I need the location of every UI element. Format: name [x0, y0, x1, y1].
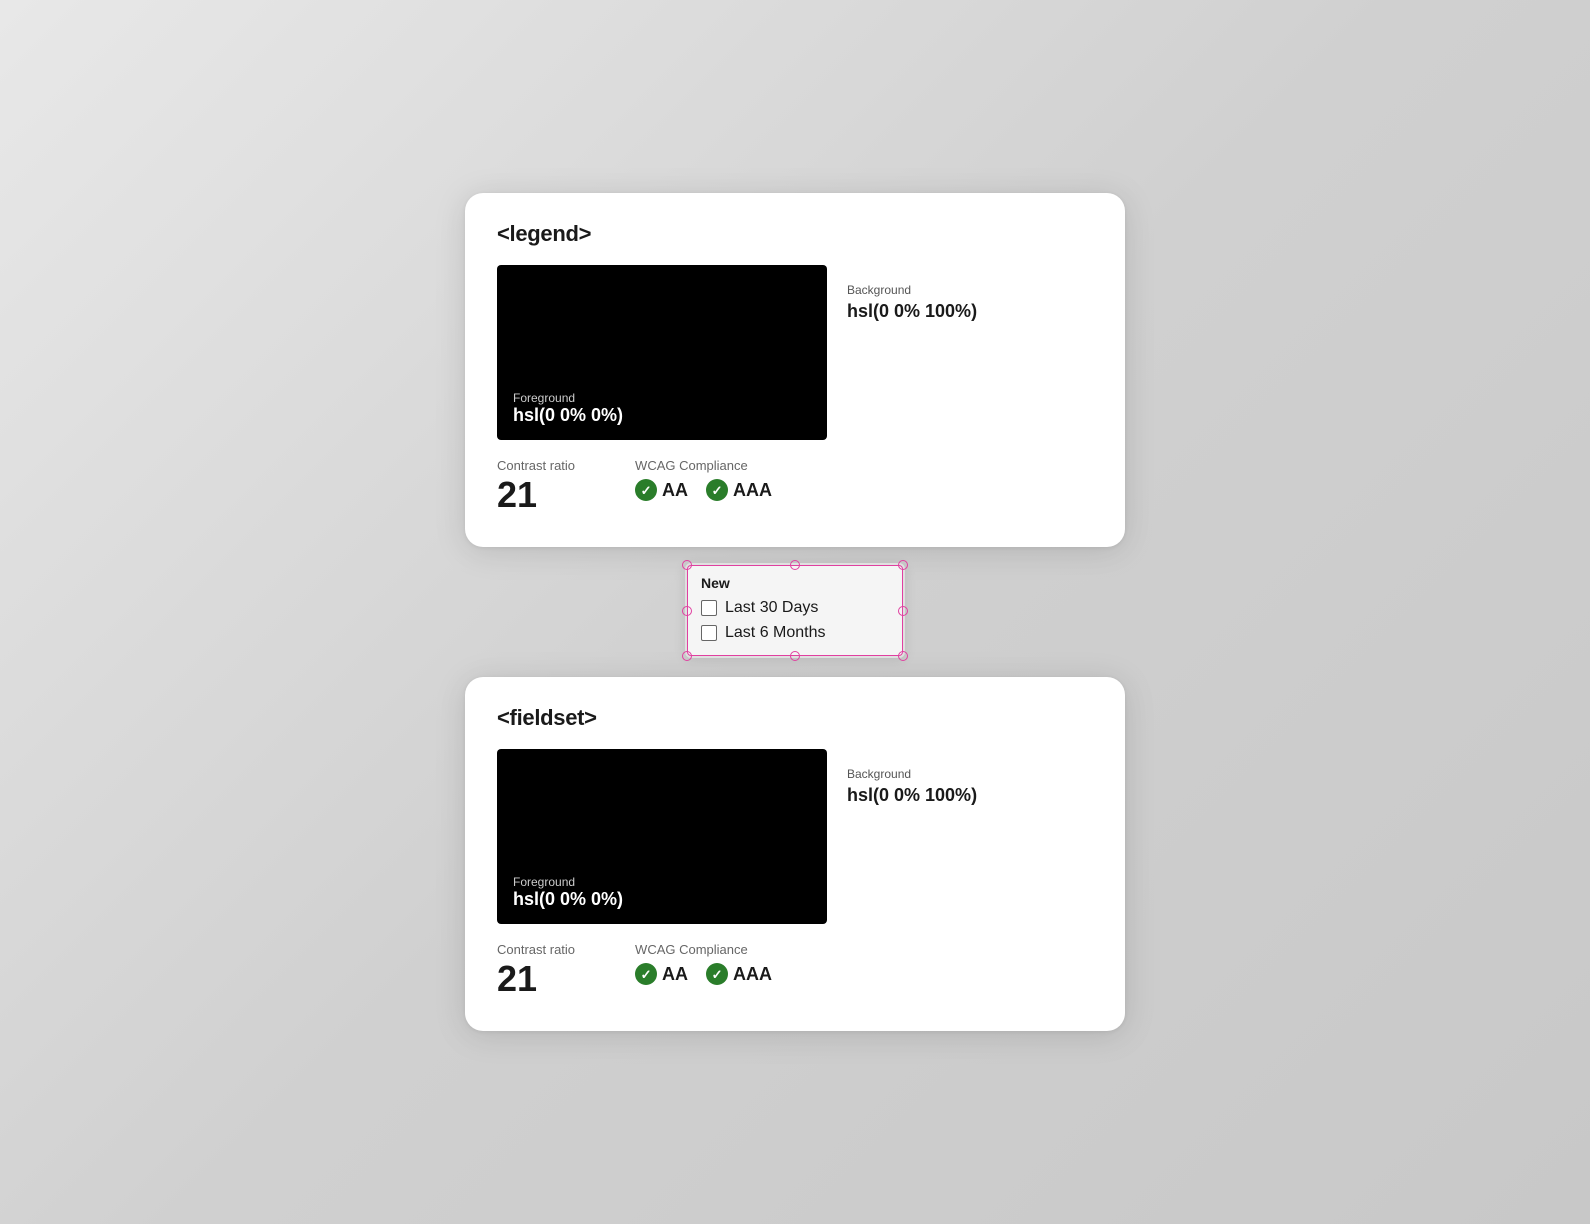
fieldset-background-value: hsl(0 0% 100%)	[847, 785, 1093, 806]
legend-background-info: Background hsl(0 0% 100%)	[847, 283, 1093, 322]
popup-checkbox-1[interactable]	[701, 600, 717, 616]
popup-item-1-label: Last 30 Days	[725, 599, 818, 617]
fieldset-wcag-label: WCAG Compliance	[635, 942, 772, 957]
fieldset-contrast-label: Contrast ratio	[497, 942, 575, 957]
fieldset-aa-label: AA	[662, 964, 688, 985]
fieldset-background-info: Background hsl(0 0% 100%)	[847, 767, 1093, 806]
fieldset-wcag-badges: AA AAA	[635, 963, 772, 985]
fieldset-aa-badge: AA	[635, 963, 688, 985]
popup-overlay: New Last 30 Days Last 6 Months	[685, 563, 905, 658]
legend-aaa-badge: AAA	[706, 479, 772, 501]
fieldset-color-preview: Foreground hsl(0 0% 0%)	[497, 749, 827, 924]
handle-tl[interactable]	[682, 560, 692, 570]
fieldset-card: <fieldset> Foreground hsl(0 0% 0%) Backg…	[465, 677, 1125, 1031]
legend-wcag-badges: AA AAA	[635, 479, 772, 501]
fieldset-foreground-info: Foreground hsl(0 0% 0%)	[513, 875, 623, 910]
fieldset-background-label: Background	[847, 767, 1093, 781]
legend-background-value: hsl(0 0% 100%)	[847, 301, 1093, 322]
fieldset-card-title: <fieldset>	[497, 705, 1093, 731]
fieldset-foreground-value: hsl(0 0% 0%)	[513, 889, 623, 910]
page-container: <legend> Foreground hsl(0 0% 0%) Backgro…	[465, 193, 1125, 1030]
legend-foreground-label: Foreground	[513, 391, 623, 405]
legend-background-label: Background	[847, 283, 1093, 297]
legend-foreground-info: Foreground hsl(0 0% 0%)	[513, 391, 623, 426]
fieldset-contrast-value: 21	[497, 959, 575, 999]
legend-contrast-label: Contrast ratio	[497, 458, 575, 473]
popup-item-1[interactable]: Last 30 Days	[701, 599, 885, 617]
popup-box: New Last 30 Days Last 6 Months	[685, 563, 905, 658]
legend-aaa-label: AAA	[733, 480, 772, 501]
legend-contrast-value: 21	[497, 475, 575, 515]
handle-bm[interactable]	[790, 651, 800, 661]
legend-foreground-value: hsl(0 0% 0%)	[513, 405, 623, 426]
handle-ml[interactable]	[682, 606, 692, 616]
popup-item-2-label: Last 6 Months	[725, 624, 826, 642]
fieldset-aa-check-icon	[635, 963, 657, 985]
popup-checkbox-2[interactable]	[701, 625, 717, 641]
handle-tr[interactable]	[898, 560, 908, 570]
legend-metrics-row: Contrast ratio 21 WCAG Compliance AA AAA	[497, 458, 1093, 515]
legend-card-title: <legend>	[497, 221, 1093, 247]
fieldset-metrics-row: Contrast ratio 21 WCAG Compliance AA AAA	[497, 942, 1093, 999]
handle-tm[interactable]	[790, 560, 800, 570]
popup-item-2[interactable]: Last 6 Months	[701, 624, 885, 642]
legend-aa-check-icon	[635, 479, 657, 501]
fieldset-foreground-label: Foreground	[513, 875, 623, 889]
handle-br[interactable]	[898, 651, 908, 661]
legend-wcag-label: WCAG Compliance	[635, 458, 772, 473]
legend-aaa-check-icon	[706, 479, 728, 501]
legend-wcag-group: WCAG Compliance AA AAA	[635, 458, 772, 501]
legend-contrast-group: Contrast ratio 21	[497, 458, 575, 515]
legend-aa-badge: AA	[635, 479, 688, 501]
handle-mr[interactable]	[898, 606, 908, 616]
legend-color-preview: Foreground hsl(0 0% 0%)	[497, 265, 827, 440]
fieldset-aaa-check-icon	[706, 963, 728, 985]
legend-card: <legend> Foreground hsl(0 0% 0%) Backgro…	[465, 193, 1125, 547]
fieldset-aaa-badge: AAA	[706, 963, 772, 985]
fieldset-aaa-label: AAA	[733, 964, 772, 985]
handle-bl[interactable]	[682, 651, 692, 661]
fieldset-wcag-group: WCAG Compliance AA AAA	[635, 942, 772, 985]
fieldset-contrast-group: Contrast ratio 21	[497, 942, 575, 999]
legend-aa-label: AA	[662, 480, 688, 501]
popup-new-label: New	[701, 575, 885, 591]
